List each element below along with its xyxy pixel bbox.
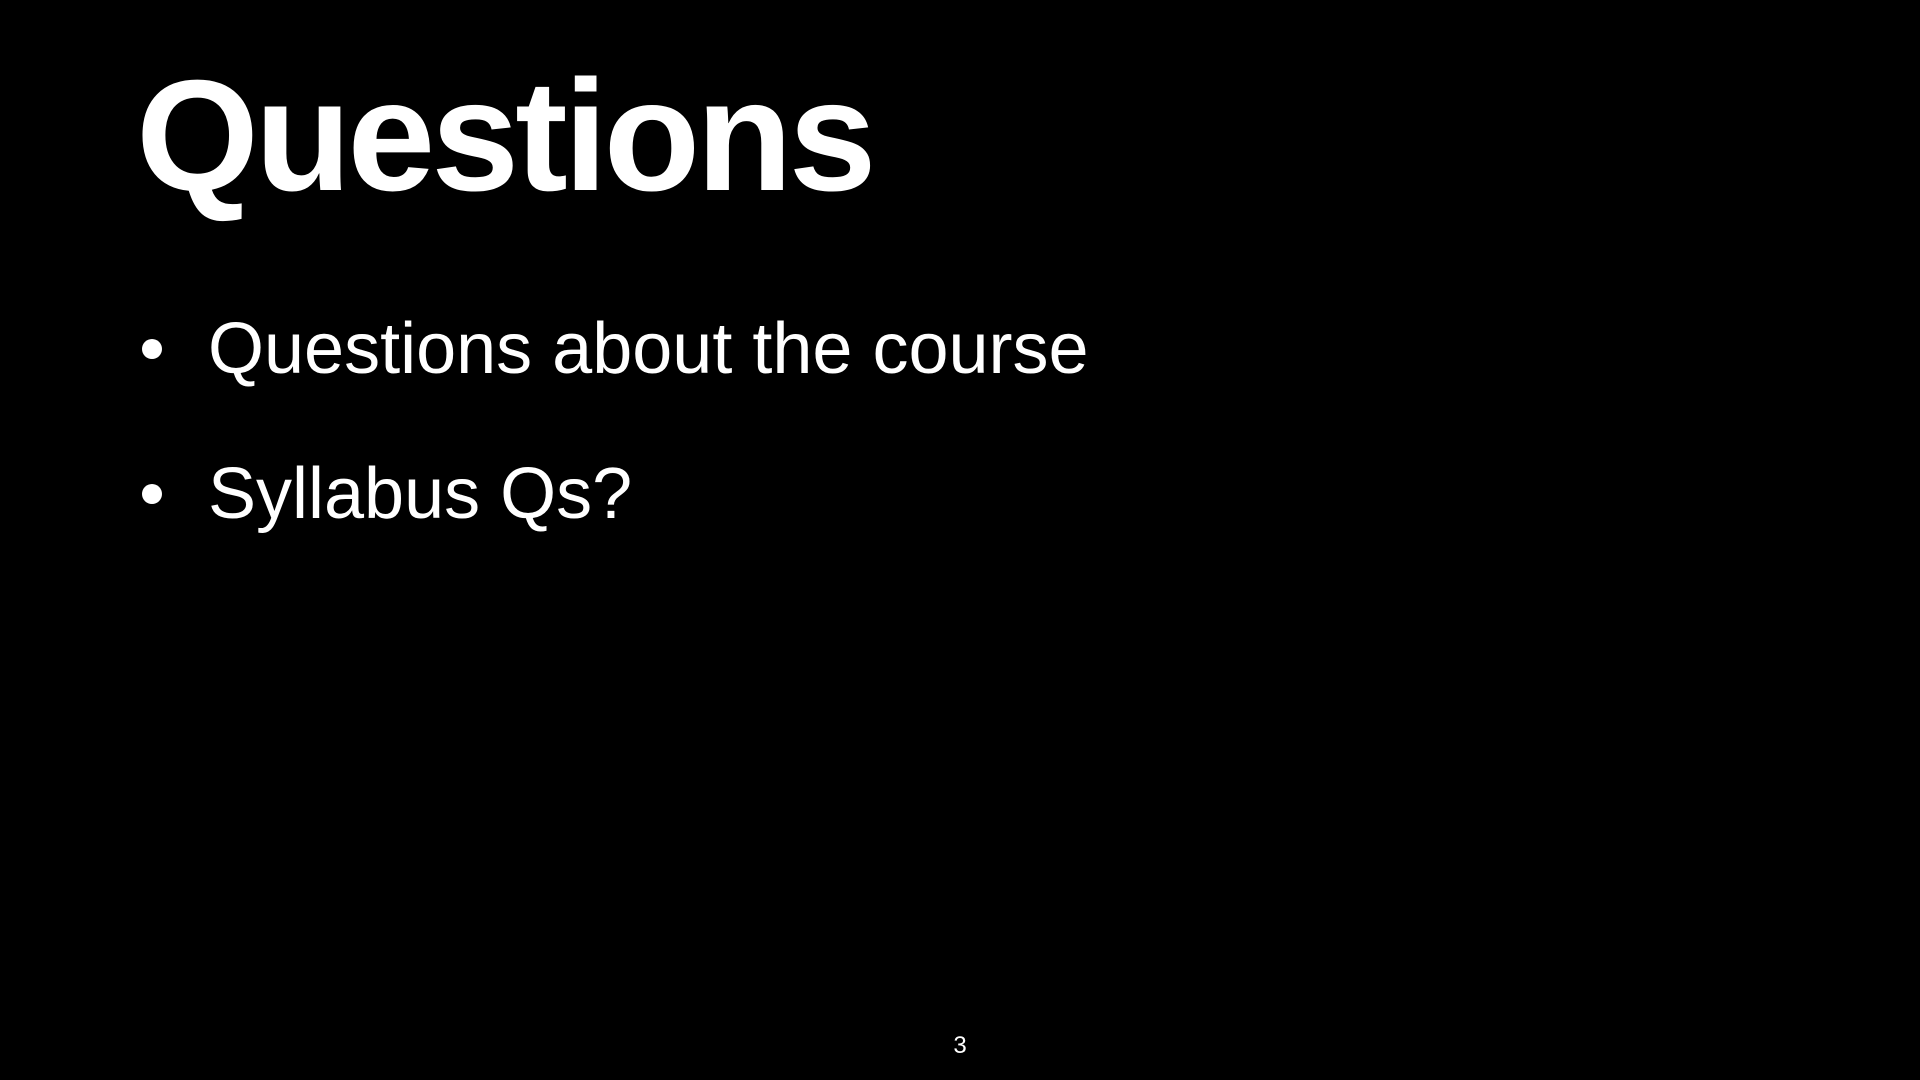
bullet-item: Syllabus Qs? [136,445,1089,542]
slide-title: Questions [136,48,877,224]
slide: Questions Questions about the course Syl… [0,0,1920,1080]
bullet-dot-icon [142,483,162,504]
bullet-list: Questions about the course Syllabus Qs? [136,300,1089,590]
bullet-text: Syllabus Qs? [208,453,633,534]
bullet-text: Questions about the course [208,308,1089,389]
bullet-item: Questions about the course [136,300,1089,397]
bullet-dot-icon [142,338,162,359]
page-number: 3 [953,1032,967,1059]
